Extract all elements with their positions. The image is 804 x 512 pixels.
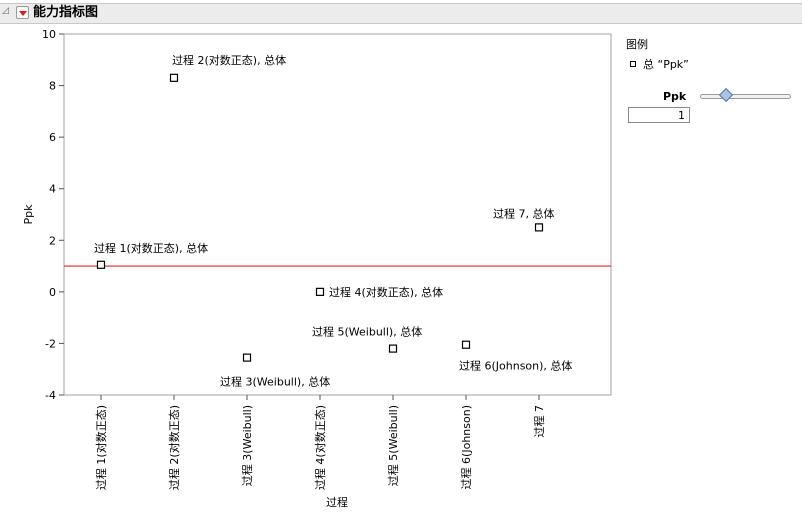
legend-item-label: 总 “Ppk”: [643, 58, 689, 71]
data-point-marker[interactable]: [169, 73, 179, 82]
x-tick-label: 过程 6(Johnson): [460, 405, 473, 489]
y-tick-label: 4: [49, 183, 56, 196]
data-point-label: 过程 2(对数正态), 总体: [172, 53, 286, 67]
y-tick-label: 6: [49, 131, 56, 144]
y-tick-label: 2: [49, 234, 56, 247]
data-point-marker[interactable]: [242, 353, 252, 362]
data-point-marker[interactable]: [315, 287, 325, 296]
y-tick-label: 8: [49, 80, 56, 93]
data-point-marker[interactable]: [388, 344, 398, 353]
x-tick-label: 过程 3(Weibull): [241, 405, 254, 486]
ppk-value-input[interactable]: [628, 107, 690, 123]
data-point-marker[interactable]: [96, 260, 106, 269]
data-point-label: 过程 7, 总体: [493, 206, 555, 220]
y-tick-label: 0: [49, 286, 56, 299]
data-point-label: 过程 1(对数正态), 总体: [94, 241, 208, 255]
x-tick-label: 过程 7: [533, 405, 546, 438]
data-point-label: 过程 5(Weibull), 总体: [312, 325, 422, 339]
y-axis-label: Ppk: [22, 204, 35, 225]
x-tick-label: 过程 4(对数正态): [313, 405, 327, 490]
data-point-label: 过程 3(Weibull), 总体: [220, 375, 330, 389]
y-tick-label: -2: [45, 337, 56, 350]
x-tick-label: 过程 5(Weibull): [387, 405, 400, 486]
data-point-label: 过程 6(Johnson), 总体: [459, 359, 572, 373]
x-axis-label: 过程: [326, 496, 348, 509]
x-tick-label: 过程 1(对数正态): [94, 405, 108, 490]
capability-index-chart: -4 -2 0 2 4 6 8 10 过程 1(对数正态) 过程 2(对数正态) 过程 3(Weib…: [22, 28, 612, 509]
data-point-marker[interactable]: [534, 223, 544, 232]
ppk-slider-label: Ppk: [663, 90, 687, 103]
data-point-marker[interactable]: [461, 340, 471, 349]
data-point-label: 过程 4(对数正态), 总体: [329, 285, 443, 299]
y-tick-label: -4: [45, 389, 56, 402]
x-tick-label: 过程 2(对数正态): [167, 405, 181, 490]
legend-item[interactable]: 总 “Ppk”: [630, 56, 689, 72]
legend-title: 图例: [626, 38, 648, 51]
ppk-slider-track[interactable]: [700, 94, 791, 99]
y-tick-label: 10: [42, 28, 56, 41]
legend-marker-icon: [630, 61, 636, 67]
